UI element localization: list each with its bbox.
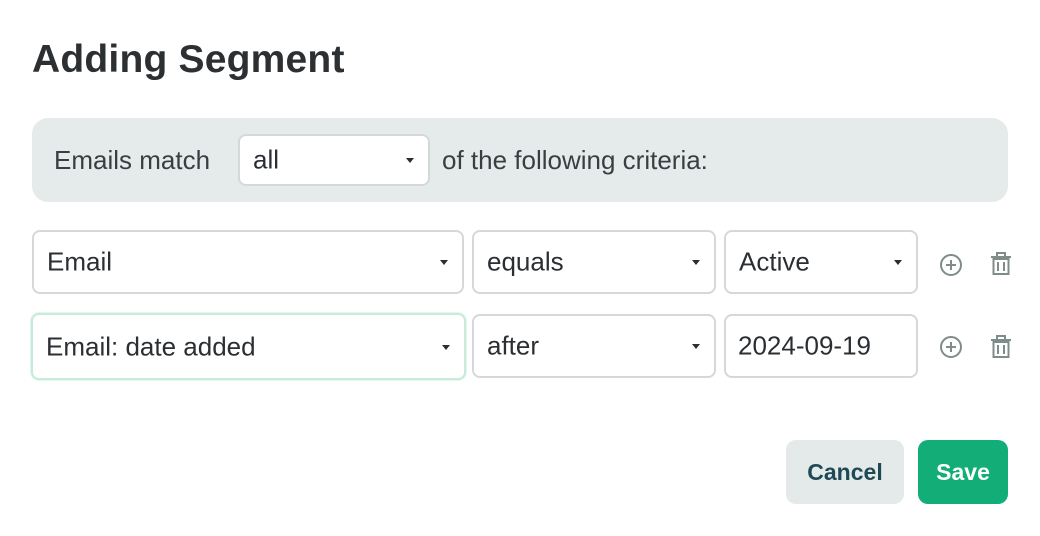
criteria-operator-value: equals	[487, 246, 564, 277]
plus-circle-icon	[940, 254, 962, 276]
match-prefix-label: Emails match	[54, 145, 211, 175]
delete-criteria-button[interactable]	[987, 250, 1015, 278]
criteria-operator-select[interactable]: after	[472, 314, 716, 378]
criteria-date-input[interactable]: 2024-09-19	[724, 314, 918, 378]
chevron-down-icon	[440, 260, 448, 265]
trash-icon	[991, 335, 1011, 358]
cancel-button[interactable]: Cancel	[786, 440, 904, 504]
criteria-operator-value: after	[487, 330, 540, 361]
match-criteria-panel: Emails match all of the following criter…	[32, 118, 1008, 202]
criteria-date-value: 2024-09-19	[738, 330, 871, 361]
add-criteria-button[interactable]	[937, 251, 965, 279]
trash-icon	[991, 252, 1011, 275]
chevron-down-icon	[894, 260, 902, 265]
criteria-field-value: Email	[47, 246, 113, 277]
chevron-down-icon	[406, 158, 414, 163]
criteria-field-select[interactable]: Email	[32, 230, 464, 294]
save-button[interactable]: Save	[918, 440, 1008, 504]
dialog-title: Adding Segment	[32, 38, 345, 81]
add-criteria-button[interactable]	[937, 333, 965, 361]
match-suffix-label: of the following criteria:	[442, 145, 708, 175]
chevron-down-icon	[692, 344, 700, 349]
match-mode-value: all	[253, 144, 280, 175]
criteria-field-value: Email: date added	[46, 331, 256, 361]
criteria-field-select[interactable]: Email: date added	[31, 313, 466, 380]
delete-criteria-button[interactable]	[987, 333, 1015, 361]
criteria-value-select[interactable]: Active	[724, 230, 918, 294]
plus-circle-icon	[940, 336, 962, 358]
chevron-down-icon	[692, 260, 700, 265]
match-mode-select[interactable]: all	[238, 134, 430, 186]
chevron-down-icon	[442, 344, 450, 350]
criteria-value-value: Active	[739, 246, 810, 277]
criteria-operator-select[interactable]: equals	[472, 230, 716, 294]
